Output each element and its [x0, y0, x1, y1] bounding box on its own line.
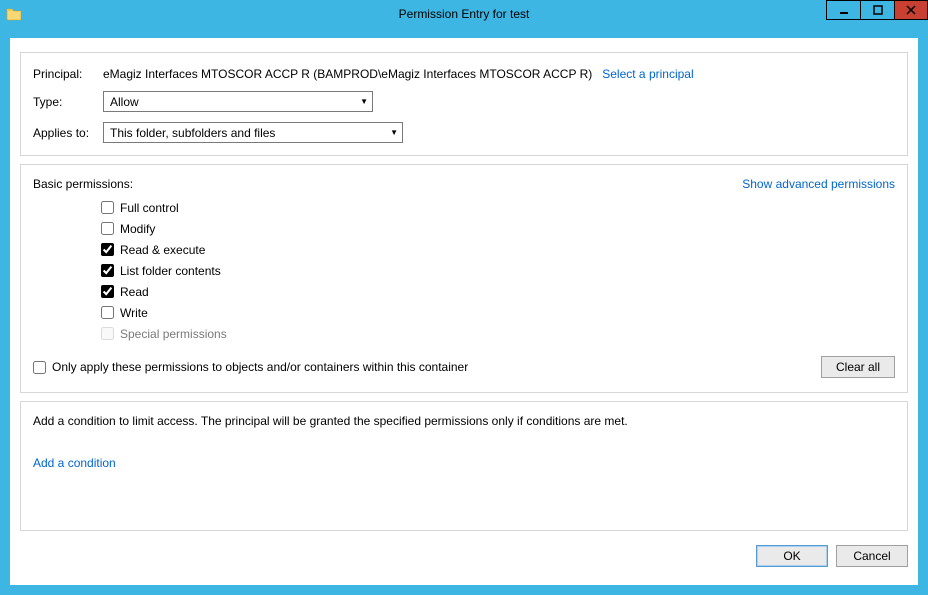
principal-label: Principal: [33, 67, 103, 81]
only-apply-row: Only apply these permissions to objects … [33, 356, 895, 378]
permission-label: Special permissions [120, 327, 227, 341]
maximize-button[interactable] [860, 0, 894, 20]
permission-label: Full control [120, 201, 179, 215]
permission-checkbox[interactable] [101, 264, 114, 277]
add-condition-link[interactable]: Add a condition [33, 456, 116, 470]
permissions-list: Full control Modify Read & execute List fol… [101, 197, 895, 344]
permission-checkbox [101, 327, 114, 340]
folder-icon [6, 6, 22, 22]
applies-row: Applies to: This folder, subfolders and … [33, 122, 895, 143]
only-apply-checkbox-label[interactable]: Only apply these permissions to objects … [33, 360, 468, 374]
permission-item[interactable]: Write [101, 302, 895, 323]
close-button[interactable] [894, 0, 928, 20]
window-title: Permission Entry for test [0, 7, 928, 21]
select-principal-link[interactable]: Select a principal [602, 67, 693, 81]
permission-checkbox[interactable] [101, 201, 114, 214]
permission-item[interactable]: Read [101, 281, 895, 302]
window-frame: Permission Entry for test Principal: eMa… [0, 0, 928, 595]
client-area: Principal: eMagiz Interfaces MTOSCOR ACC… [10, 38, 918, 585]
basic-permissions-label: Basic permissions: [33, 177, 133, 191]
permission-item[interactable]: List folder contents [101, 260, 895, 281]
permission-label: Write [120, 306, 148, 320]
permission-checkbox[interactable] [101, 222, 114, 235]
condition-text: Add a condition to limit access. The pri… [33, 414, 895, 428]
type-select-value: Allow [110, 95, 139, 109]
permission-label: Modify [120, 222, 155, 236]
permission-item: Special permissions [101, 323, 895, 344]
permission-label: Read [120, 285, 149, 299]
only-apply-checkbox[interactable] [33, 361, 46, 374]
only-apply-text: Only apply these permissions to objects … [52, 360, 468, 374]
permission-label: List folder contents [120, 264, 221, 278]
type-row: Type: Allow ▼ [33, 91, 895, 112]
type-label: Type: [33, 95, 103, 109]
permissions-header-row: Basic permissions: Show advanced permiss… [33, 177, 895, 191]
title-bar: Permission Entry for test [0, 0, 928, 28]
permission-checkbox[interactable] [101, 306, 114, 319]
principal-panel: Principal: eMagiz Interfaces MTOSCOR ACC… [20, 52, 908, 156]
minimize-button[interactable] [826, 0, 860, 20]
condition-panel: Add a condition to limit access. The pri… [20, 401, 908, 531]
clear-all-button[interactable]: Clear all [821, 356, 895, 378]
ok-button[interactable]: OK [756, 545, 828, 567]
permission-item[interactable]: Modify [101, 218, 895, 239]
permission-label: Read & execute [120, 243, 205, 257]
permission-checkbox[interactable] [101, 243, 114, 256]
client-wrap: Principal: eMagiz Interfaces MTOSCOR ACC… [0, 28, 928, 595]
permission-checkbox[interactable] [101, 285, 114, 298]
type-select[interactable]: Allow ▼ [103, 91, 373, 112]
window-controls [826, 0, 928, 20]
principal-value: eMagiz Interfaces MTOSCOR ACCP R (BAMPRO… [103, 67, 592, 81]
principal-row: Principal: eMagiz Interfaces MTOSCOR ACC… [33, 67, 895, 81]
cancel-button[interactable]: Cancel [836, 545, 908, 567]
applies-label: Applies to: [33, 126, 103, 140]
permission-item[interactable]: Full control [101, 197, 895, 218]
permissions-panel: Basic permissions: Show advanced permiss… [20, 164, 908, 393]
applies-select[interactable]: This folder, subfolders and files ▼ [103, 122, 403, 143]
applies-select-value: This folder, subfolders and files [110, 126, 275, 140]
permission-item[interactable]: Read & execute [101, 239, 895, 260]
chevron-down-icon: ▼ [390, 128, 398, 137]
chevron-down-icon: ▼ [360, 97, 368, 106]
dialog-footer: OK Cancel [20, 539, 908, 567]
show-advanced-link[interactable]: Show advanced permissions [742, 177, 895, 191]
